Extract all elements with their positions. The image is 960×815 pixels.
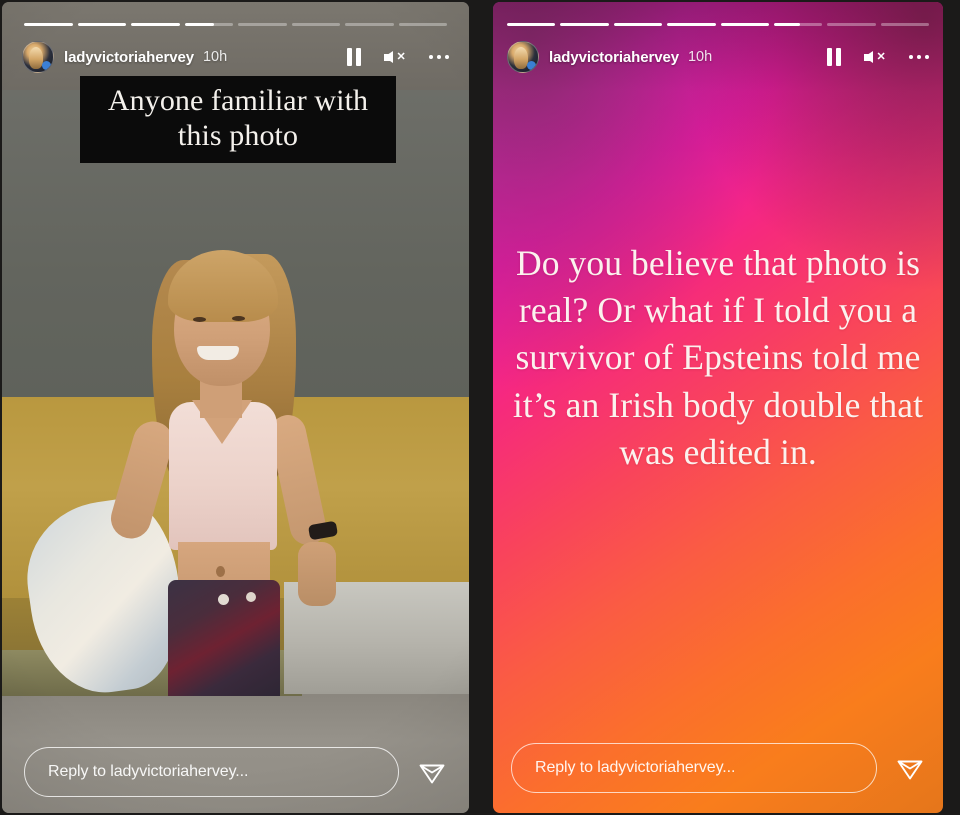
progress-segment[interactable] — [667, 23, 716, 26]
send-icon[interactable] — [895, 753, 925, 783]
progress-segment[interactable] — [827, 23, 876, 26]
mute-icon[interactable]: ✕ — [383, 48, 407, 67]
progress-segment[interactable] — [291, 23, 340, 26]
reply-input[interactable]: Reply to ladyvictoriahervey... — [511, 743, 877, 793]
progress-segment[interactable] — [398, 23, 447, 26]
username-label[interactable]: ladyvictoriahervey — [64, 49, 194, 66]
story-caption-text: Anyone familiar with this photo — [107, 84, 369, 153]
reply-input[interactable]: Reply to ladyvictoriahervey... — [24, 747, 399, 797]
progress-segment[interactable] — [560, 23, 609, 26]
progress-segment[interactable] — [238, 23, 287, 26]
avatar[interactable] — [22, 41, 54, 73]
progress-segment[interactable] — [613, 23, 663, 26]
progress-segment[interactable] — [507, 23, 556, 26]
avatar[interactable] — [507, 41, 539, 73]
more-options-icon[interactable] — [428, 54, 449, 60]
story-header-right: ladyvictoriahervey 10h ✕ — [507, 40, 929, 74]
progress-segment-active[interactable] — [184, 23, 233, 26]
stories-screen: ladyvictoriahervey 10h ✕ Anyone familiar… — [0, 0, 960, 815]
story-progress-bar-right[interactable] — [507, 23, 929, 26]
story-header-left: ladyvictoriahervey 10h ✕ — [22, 40, 449, 74]
more-options-icon[interactable] — [908, 54, 929, 60]
reply-bar-left: Reply to ladyvictoriahervey... — [2, 747, 469, 797]
progress-segment[interactable] — [131, 23, 180, 26]
pause-icon[interactable] — [346, 48, 362, 66]
pause-icon[interactable] — [826, 48, 842, 66]
reply-placeholder: Reply to ladyvictoriahervey... — [535, 759, 736, 776]
story-caption-box: Anyone familiar with this photo — [80, 76, 396, 164]
progress-segment[interactable] — [24, 23, 73, 26]
story-panel-right[interactable]: ladyvictoriahervey 10h ✕ Do you believe … — [493, 2, 943, 813]
timestamp-label: 10h — [687, 49, 713, 65]
story-panel-left[interactable]: ladyvictoriahervey 10h ✕ Anyone familiar… — [2, 2, 469, 813]
timestamp-label: 10h — [202, 49, 228, 65]
story-body-text: Do you believe that photo is real? Or wh… — [512, 243, 924, 472]
reply-bar-right: Reply to ladyvictoriahervey... — [493, 743, 943, 793]
story-controls-right: ✕ — [826, 48, 929, 67]
progress-segment[interactable] — [345, 23, 394, 26]
progress-segment[interactable] — [77, 23, 126, 26]
username-label[interactable]: ladyvictoriahervey — [549, 49, 679, 66]
mute-icon[interactable]: ✕ — [863, 48, 887, 67]
story-controls-left: ✕ — [346, 48, 449, 67]
progress-segment-active[interactable] — [773, 23, 823, 26]
progress-segment[interactable] — [880, 23, 929, 26]
send-icon[interactable] — [417, 757, 447, 787]
reply-placeholder: Reply to ladyvictoriahervey... — [48, 763, 249, 780]
story-progress-bar-left[interactable] — [24, 23, 447, 26]
progress-segment[interactable] — [720, 23, 769, 26]
